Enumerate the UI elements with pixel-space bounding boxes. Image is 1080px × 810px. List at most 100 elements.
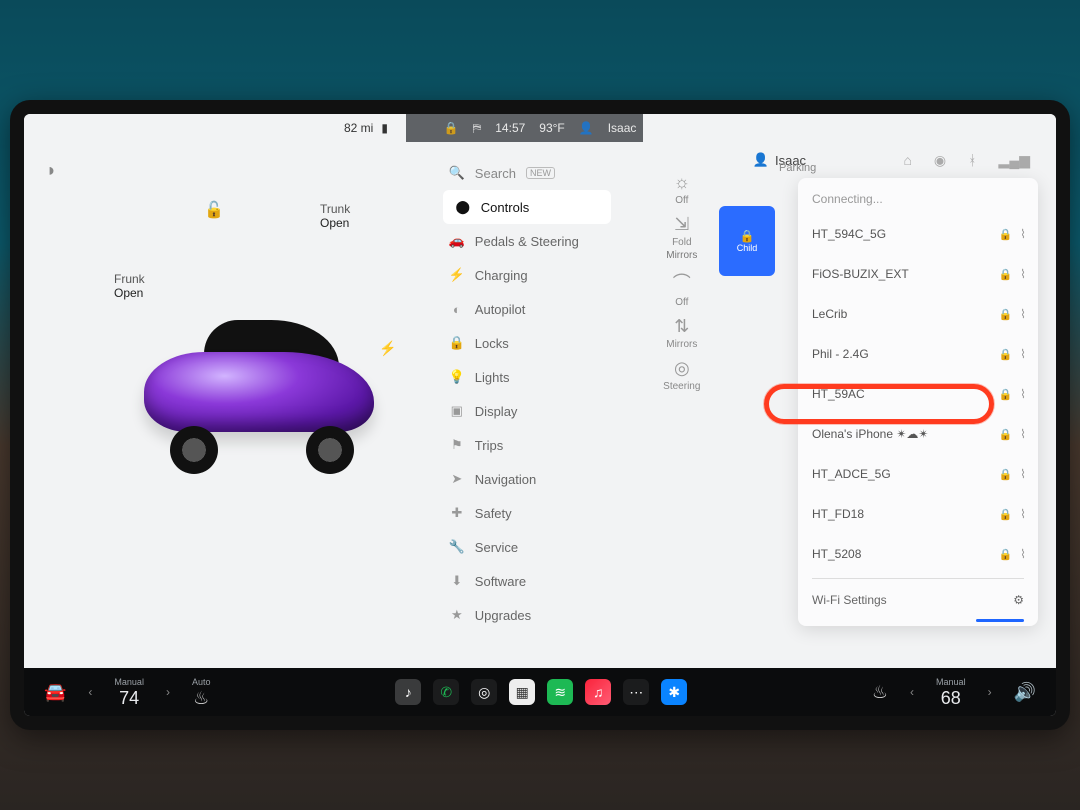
menu-item-locks[interactable]: 🔒Locks [437,326,617,360]
gear-icon: ⚙ [1013,593,1024,607]
trunk-state: Open [320,216,350,230]
bluetooth-icon[interactable]: ᚼ [968,152,976,169]
status-bar: 82 mi ▮ 🔒 ⛿ 14:57 93°F 👤 Isaac [24,114,1056,142]
menu-item-lights[interactable]: 💡 Lights [437,360,617,394]
temp-up-right[interactable]: › [984,685,996,699]
tile-icon: ☼ [674,172,691,193]
lock-icon: 🔒 [740,229,755,243]
wifi-settings-label: Wi-Fi Settings [812,593,887,607]
wifi-settings-row[interactable]: Wi-Fi Settings ⚙ [798,583,1038,619]
menu-item-display[interactable]: ▣Display [437,394,617,428]
menu-item-safety[interactable]: ✚ Safety [437,496,617,530]
left-temp-mode: Manual [114,678,144,687]
menu-label: Service [475,540,518,555]
menu-label: Software [475,574,526,589]
wifi-signal-icon: ⌇ [1020,307,1026,321]
menu-item-upgrades[interactable]: ★Upgrades [437,598,617,632]
wifi-network[interactable]: HT_5208🔒⌇ [798,534,1038,574]
cell-signal-icon[interactable]: ▂▄▆ [999,152,1030,169]
wifi-network[interactable]: HT_ADCE_5G🔒⌇ [798,454,1038,494]
right-temp-value: 68 [941,689,961,707]
more-apps[interactable]: ⋯ [623,679,649,705]
wifi-network[interactable]: Phil - 2.4G🔒⌇ [798,334,1038,374]
menu-item-navigation[interactable]: ➤Navigation [437,462,617,496]
lock-icon[interactable]: 🔒 [444,121,459,135]
wifi-network[interactable]: LeCrib 🔒 ⌇ [798,294,1038,334]
menu-item-pedals-steering[interactable]: 🚗Pedals & Steering [437,224,617,258]
temp-down-left[interactable]: ‹ [84,685,96,699]
menu-item-controls[interactable]: ⬤Controls [443,190,611,224]
wifi-name: HT_FD18 [812,507,990,521]
left-seat[interactable]: Auto ♨ [192,678,211,707]
menu-icon: ➤ [449,471,465,487]
menu-item-charging[interactable]: ⚡ Charging [437,258,617,292]
annotation-highlight [764,384,994,424]
menu-label: Upgrades [475,608,531,623]
lock-icon: 🔒 [998,468,1012,481]
wifi-name: Olena's iPhone ✴︎☁︎✴︎ [812,427,990,441]
quick-tile[interactable]: ⌒Off [663,269,700,308]
spotify-app[interactable]: ≋ [547,679,573,705]
menu-item-software[interactable]: ⬇ Software [437,564,617,598]
battery-icon: ▮ [381,121,388,135]
bluetooth-app[interactable]: ✱ [661,679,687,705]
tile-sublabel: Mirrors [666,250,697,261]
homelink-icon[interactable]: ⌂ [903,152,911,169]
child-lock-label: Child [737,243,758,253]
wifi-signal-icon: ⌇ [1020,547,1026,561]
wifi-name: LeCrib [812,307,990,321]
calendar-app[interactable]: ▦ [509,679,535,705]
sentry-icon[interactable]: ◉ [934,152,946,169]
menu-icon: 💡 [449,369,465,385]
camera-app[interactable]: ◎ [471,679,497,705]
outside-temp: 93°F [539,121,564,135]
quick-tile[interactable]: ◎Steering [663,358,700,392]
menu-icon: 🚗 [449,233,465,249]
left-temp[interactable]: Manual 74 [114,678,144,707]
temp-down-right[interactable]: ‹ [906,685,918,699]
tile-label: Fold [672,237,691,248]
trunk-button[interactable]: Trunk Open [320,202,350,230]
music-app[interactable]: ♪ [395,679,421,705]
menu-item-trips[interactable]: ⚑Trips [437,428,617,462]
wifi-network[interactable]: HT_594C_5G🔒⌇ [798,214,1038,254]
menu-label: Charging [475,268,528,283]
unlock-icon[interactable]: 🔓 [204,200,224,220]
menu-label: Lights [475,370,510,385]
menu-icon: ⬇ [449,573,465,589]
menu-icon: 🔒 [449,335,465,351]
menu-item-autopilot[interactable]: ◐Autopilot [437,292,617,326]
lock-icon: 🔒 [998,428,1012,441]
apple-music-app[interactable]: ♫ [585,679,611,705]
lock-icon: 🔒 [998,308,1012,321]
quick-tile[interactable]: ⇅Mirrors [663,316,700,350]
search-row[interactable]: 🔍 Search NEW [437,156,617,190]
wifi-network[interactable]: HT_FD18🔒⌇ [798,494,1038,534]
frunk-state: Open [114,286,145,300]
quick-tile[interactable]: ☼Off [663,172,700,206]
right-temp[interactable]: Manual 68 [936,678,966,707]
profile-name[interactable]: Isaac [608,121,637,135]
seat-heat-right-icon[interactable]: ♨ [872,682,888,703]
temp-up-left[interactable]: › [162,685,174,699]
menu-item-service[interactable]: 🔧Service [437,530,617,564]
quick-tile[interactable]: ⇲FoldMirrors [663,214,700,261]
wifi-name: HT_594C_5G [812,227,990,241]
car-menu-icon[interactable]: 🚘 [44,682,66,703]
volume-icon[interactable]: 🔊 [1014,682,1036,703]
wifi-indicator-bar [976,619,1024,622]
menu-label: Controls [481,200,529,215]
frunk-button[interactable]: Frunk Open [114,272,145,300]
divider [812,578,1024,579]
wifi-signal-icon: ⌇ [1020,427,1026,441]
menu-label: Safety [475,506,512,521]
wifi-network[interactable]: FiOS-BUZIX_EXT🔒⌇ [798,254,1038,294]
menu-icon: ✚ [449,505,465,521]
seat-heat-left-icon: ♨ [193,689,209,707]
wifi-name: HT_5208 [812,547,990,561]
phone-app[interactable]: ✆ [433,679,459,705]
menu-icon: ⚡ [449,267,465,283]
menu-icon: ▣ [449,403,465,419]
child-lock-card[interactable]: 🔒 Child [719,206,775,276]
vehicle-render [134,312,394,472]
